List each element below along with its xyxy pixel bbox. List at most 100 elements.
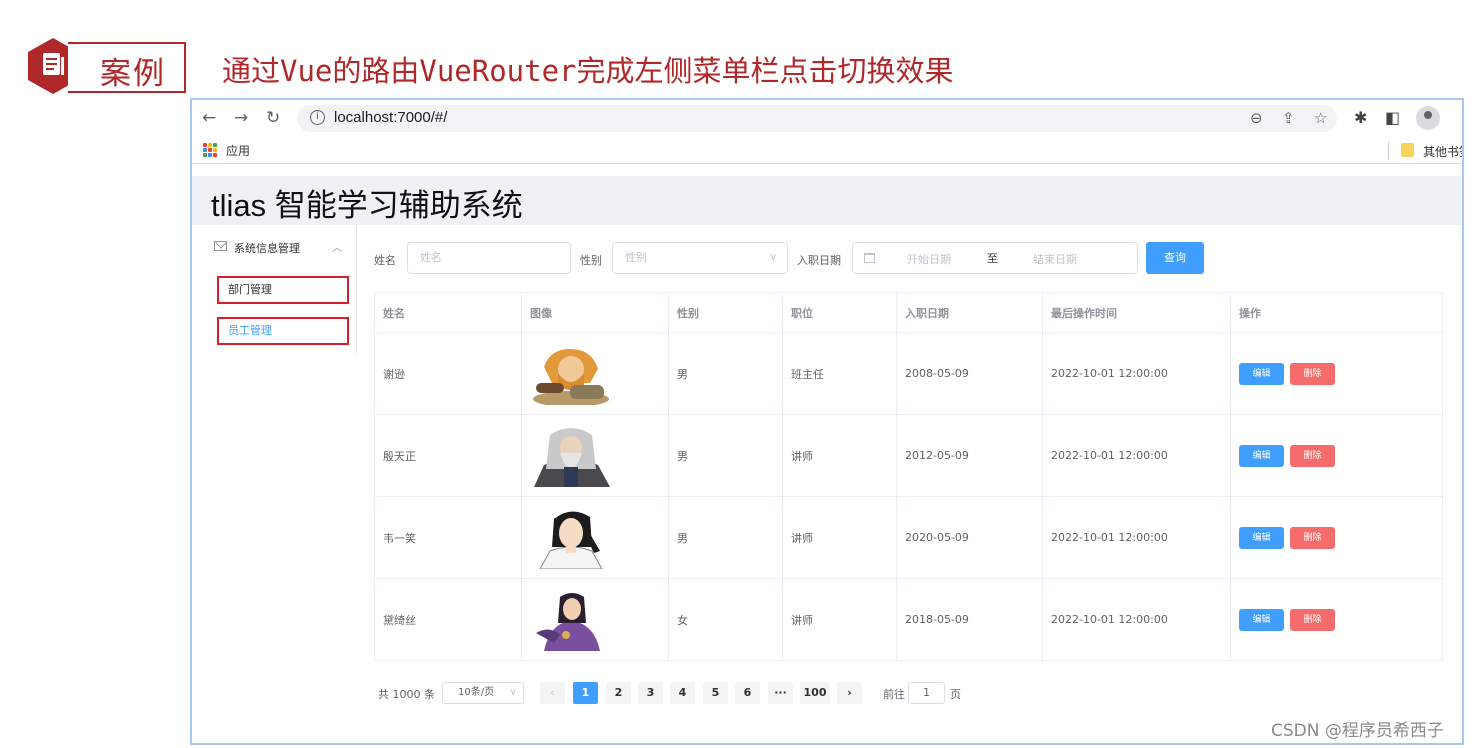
edit-button[interactable]: 编辑 xyxy=(1239,526,1284,549)
jump-page-input[interactable]: 1 xyxy=(908,682,945,704)
delete-button[interactable]: 删除 xyxy=(1290,608,1335,631)
page-4[interactable]: 4 xyxy=(670,682,695,704)
sidebar-item-emp[interactable]: 员工管理 xyxy=(217,317,349,345)
app-header: tlias 智能学习辅助系统 xyxy=(192,176,1462,225)
sidebar: 系统信息管理 ︿ 部门管理 员工管理 xyxy=(192,226,357,354)
other-bookmarks[interactable]: 其他书签 xyxy=(1423,143,1462,160)
cell-actions: 编辑 删除 xyxy=(1230,332,1443,415)
col-entry-date: 入职日期 xyxy=(896,292,1043,333)
entry-date-range[interactable]: 开始日期 至 结束日期 xyxy=(852,242,1138,274)
slide-title: 通过Vue的路由VueRouter完成左侧菜单栏点击切换效果 xyxy=(222,54,954,88)
page-size-value: 10条/页 xyxy=(458,687,495,698)
date-end-input[interactable]: 结束日期 xyxy=(1033,251,1077,267)
gender-label: 性别 xyxy=(580,254,602,267)
cell-gender: 女 xyxy=(668,578,783,661)
jump-prefix: 前往 xyxy=(883,688,905,701)
chevron-down-icon: ∨ xyxy=(509,687,517,698)
apps-bookmark[interactable]: 应用 xyxy=(226,142,250,159)
address-bar[interactable]: i localhost:7000/#/ ⊖ ⇪ ☆ xyxy=(297,105,1337,132)
page-size-select[interactable]: 10条/页 ∨ xyxy=(442,682,524,704)
prev-page-icon[interactable]: ‹ xyxy=(540,682,565,704)
share-icon[interactable]: ⇪ xyxy=(1282,109,1295,127)
page-6[interactable]: 6 xyxy=(735,682,760,704)
folder-icon xyxy=(1401,143,1414,157)
page-2[interactable]: 2 xyxy=(606,682,631,704)
edit-button[interactable]: 编辑 xyxy=(1239,444,1284,467)
cell-updated: 2022-10-01 12:00:00 xyxy=(1042,578,1231,661)
name-input[interactable]: 姓名 xyxy=(407,242,571,274)
url-text[interactable]: localhost:7000/#/ xyxy=(334,109,447,126)
col-updated: 最后操作时间 xyxy=(1042,292,1231,333)
cell-gender: 男 xyxy=(668,496,783,579)
menu-kebab-icon[interactable]: ⋮ xyxy=(1456,108,1462,127)
profile-avatar-icon[interactable] xyxy=(1416,106,1440,130)
query-button[interactable]: 查询 xyxy=(1146,242,1204,274)
page-3[interactable]: 3 xyxy=(638,682,663,704)
cell-name: 黛绮丝 xyxy=(374,578,522,661)
name-label: 姓名 xyxy=(374,254,396,267)
extensions-icon[interactable]: ✱ xyxy=(1354,108,1367,127)
browser-window: ← → ↻ i localhost:7000/#/ ⊖ ⇪ ☆ ✱ ◧ ⋮ 应用… xyxy=(190,98,1464,745)
cell-image xyxy=(521,578,669,661)
case-label: 案例 xyxy=(100,56,166,92)
cell-entry-date: 2018-05-09 xyxy=(896,578,1043,661)
delete-button[interactable]: 删除 xyxy=(1290,444,1335,467)
delete-button[interactable]: 删除 xyxy=(1290,362,1335,385)
table-header-row: 姓名 图像 性别 职位 入职日期 最后操作时间 操作 xyxy=(374,292,1443,333)
entry-date-label: 入职日期 xyxy=(797,254,841,267)
employee-table: 姓名 图像 性别 职位 入职日期 最后操作时间 操作 谢逊 男 班主任 2008… xyxy=(374,292,1443,661)
col-name: 姓名 xyxy=(374,292,522,333)
next-page-icon[interactable]: › xyxy=(837,682,862,704)
submenu-label: 系统信息管理 xyxy=(234,242,300,255)
col-image: 图像 xyxy=(521,292,669,333)
avatar-yin-tianzheng xyxy=(534,427,610,487)
avatar-dai-qisi xyxy=(536,592,600,651)
cell-actions: 编辑 删除 xyxy=(1230,414,1443,497)
col-gender: 性别 xyxy=(668,292,783,333)
calendar-icon xyxy=(864,253,875,263)
cell-actions: 编辑 删除 xyxy=(1230,496,1443,579)
zoom-icon[interactable]: ⊖ xyxy=(1250,109,1263,127)
cell-updated: 2022-10-01 12:00:00 xyxy=(1042,414,1231,497)
edit-button[interactable]: 编辑 xyxy=(1239,608,1284,631)
site-info-icon[interactable]: i xyxy=(310,110,325,125)
bookmarks-bar: 应用 其他书签 xyxy=(192,138,1462,164)
cell-updated: 2022-10-01 12:00:00 xyxy=(1042,496,1231,579)
avatar-xie-xun xyxy=(533,348,609,405)
page-ellipsis[interactable]: ··· xyxy=(768,682,793,704)
page-100[interactable]: 100 xyxy=(800,682,830,704)
date-separator: 至 xyxy=(987,252,998,265)
apps-grid-icon[interactable] xyxy=(203,143,217,157)
cell-position: 讲师 xyxy=(782,496,897,579)
date-start-input[interactable]: 开始日期 xyxy=(907,251,951,267)
bookmark-separator xyxy=(1388,142,1389,159)
cell-name: 谢逊 xyxy=(374,332,522,415)
chevron-up-icon[interactable]: ︿ xyxy=(332,239,342,254)
cell-gender: 男 xyxy=(668,414,783,497)
side-panel-icon[interactable]: ◧ xyxy=(1385,108,1400,127)
avatar-wei-yixiao xyxy=(539,510,603,569)
arrow-right-icon[interactable]: → xyxy=(234,106,248,130)
edit-button[interactable]: 编辑 xyxy=(1239,362,1284,385)
gender-select[interactable]: 性别 ∨ xyxy=(612,242,788,274)
cell-name: 殷天正 xyxy=(374,414,522,497)
page-1[interactable]: 1 xyxy=(573,682,598,704)
jump-suffix: 页 xyxy=(950,688,961,701)
gender-placeholder: 性别 xyxy=(625,251,647,264)
arrow-left-icon[interactable]: ← xyxy=(202,106,216,130)
cell-position: 讲师 xyxy=(782,414,897,497)
cell-updated: 2022-10-01 12:00:00 xyxy=(1042,332,1231,415)
app-title: tlias 智能学习辅助系统 xyxy=(211,188,523,223)
col-actions: 操作 xyxy=(1230,292,1443,333)
watermark: CSDN @程序员希西子 xyxy=(1271,721,1444,741)
cell-position: 班主任 xyxy=(782,332,897,415)
browser-toolbar: ← → ↻ i localhost:7000/#/ ⊖ ⇪ ☆ ✱ ◧ ⋮ xyxy=(192,100,1462,136)
reload-icon[interactable]: ↻ xyxy=(266,106,280,130)
cell-image xyxy=(521,414,669,497)
pagination-total: 共 1000 条 xyxy=(378,688,435,701)
sidebar-item-dept[interactable]: 部门管理 xyxy=(217,276,349,304)
cell-name: 韦一笑 xyxy=(374,496,522,579)
bookmark-star-icon[interactable]: ☆ xyxy=(1314,109,1327,127)
page-5[interactable]: 5 xyxy=(703,682,728,704)
delete-button[interactable]: 删除 xyxy=(1290,526,1335,549)
